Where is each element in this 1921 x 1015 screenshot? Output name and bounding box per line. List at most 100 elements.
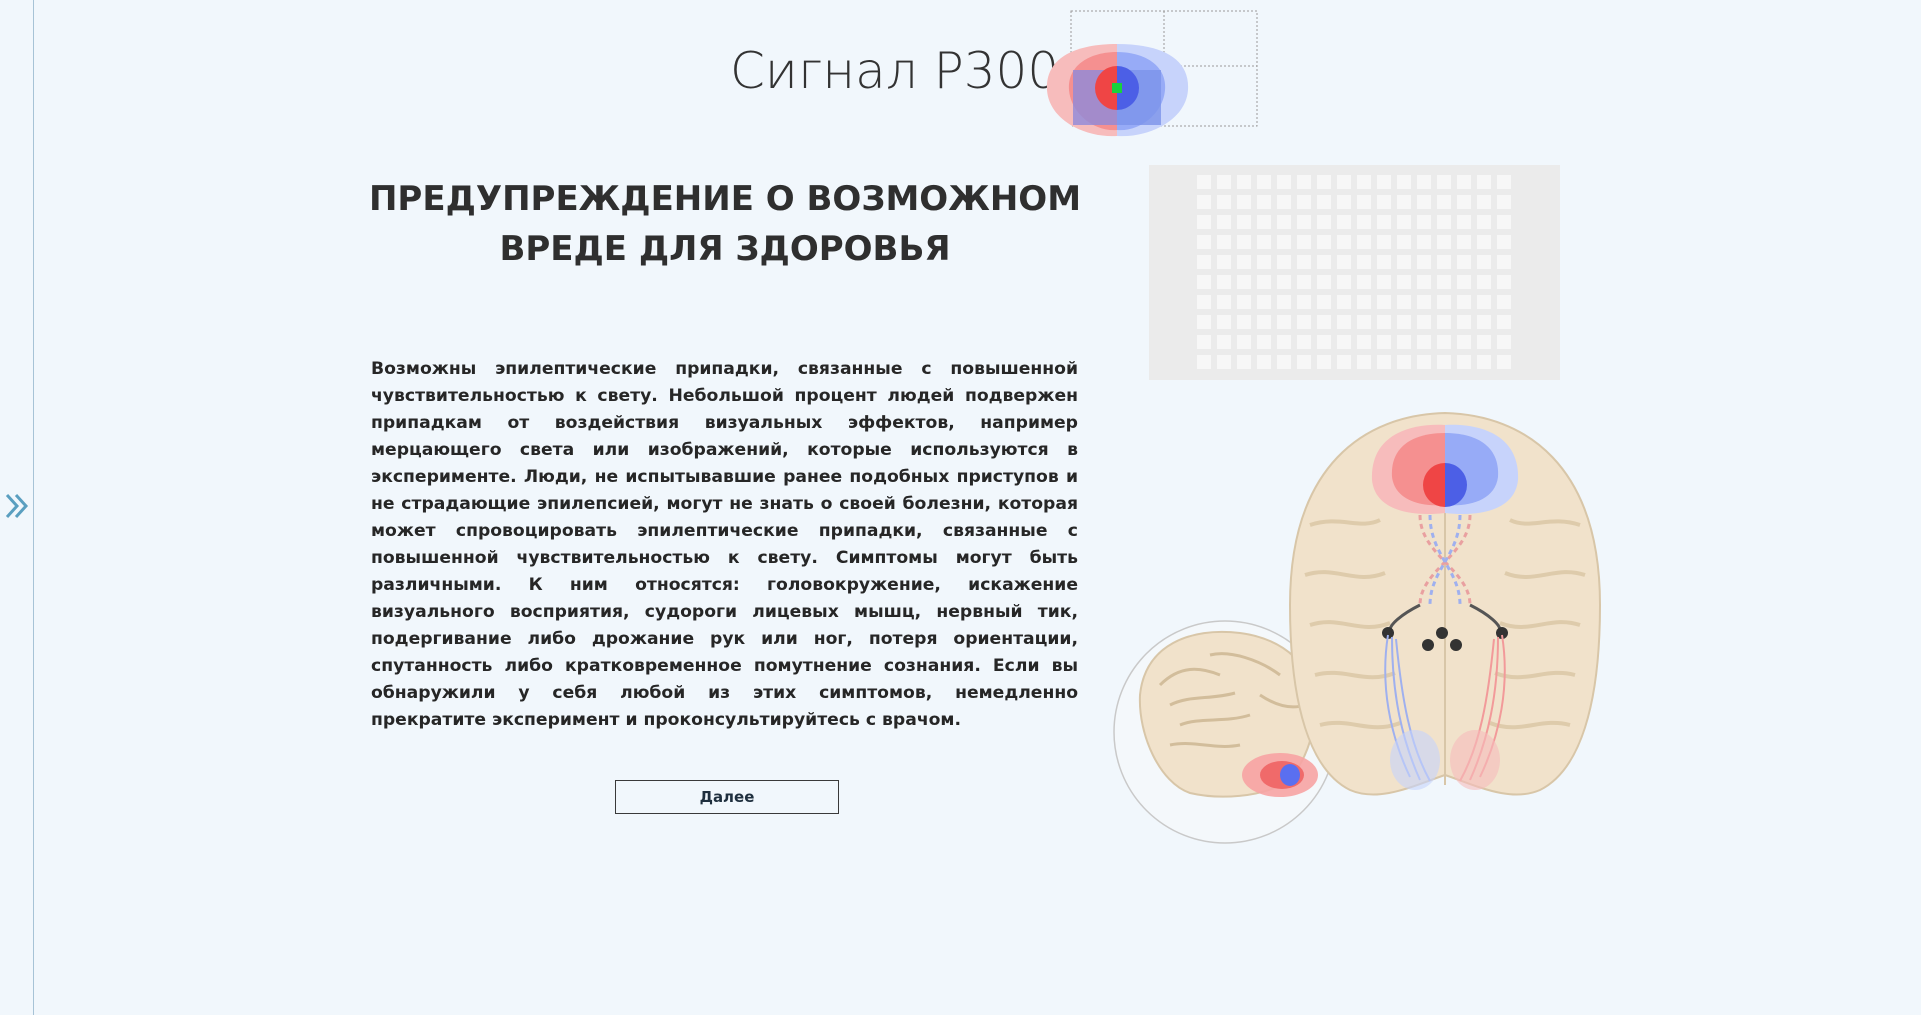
matrix-cell (1357, 295, 1371, 309)
matrix-cell (1297, 275, 1311, 289)
matrix-cell (1417, 315, 1431, 329)
matrix-cell (1337, 175, 1351, 189)
matrix-cell (1377, 355, 1391, 369)
matrix-cell (1437, 235, 1451, 249)
matrix-cell (1357, 275, 1371, 289)
matrix-cell (1257, 335, 1271, 349)
matrix-cell (1317, 195, 1331, 209)
matrix-cell (1417, 275, 1431, 289)
matrix-cell (1297, 235, 1311, 249)
matrix-cell (1217, 235, 1231, 249)
matrix-cell (1317, 235, 1331, 249)
matrix-cell (1277, 315, 1291, 329)
matrix-cell (1377, 315, 1391, 329)
matrix-cell (1477, 315, 1491, 329)
matrix-cell (1277, 195, 1291, 209)
matrix-cell (1397, 275, 1411, 289)
matrix-cell (1357, 255, 1371, 269)
matrix-cell (1277, 255, 1291, 269)
matrix-cell (1437, 215, 1451, 229)
matrix-cell (1337, 215, 1351, 229)
matrix-cell (1497, 295, 1511, 309)
matrix-cell (1237, 355, 1251, 369)
matrix-cell (1237, 315, 1251, 329)
matrix-cell (1297, 315, 1311, 329)
matrix-cell (1317, 295, 1331, 309)
matrix-cell (1217, 275, 1231, 289)
matrix-cell (1277, 235, 1291, 249)
matrix-cell (1337, 235, 1351, 249)
matrix-cell (1417, 255, 1431, 269)
sidebar-toggle-button[interactable] (0, 488, 33, 528)
matrix-cell (1257, 215, 1271, 229)
app-title: Сигнал P300 (730, 42, 1060, 100)
sidebar-strip (0, 0, 34, 1015)
matrix-cell (1197, 195, 1211, 209)
matrix-cell (1457, 195, 1471, 209)
matrix-cell (1317, 355, 1331, 369)
matrix-cell (1357, 175, 1371, 189)
matrix-cell (1437, 335, 1451, 349)
matrix-cell (1437, 175, 1451, 189)
matrix-cell (1237, 215, 1251, 229)
matrix-cell (1357, 195, 1371, 209)
matrix-cell (1437, 275, 1451, 289)
matrix-cell (1317, 315, 1331, 329)
matrix-cell (1297, 295, 1311, 309)
brain-visual-pathway-illustration-icon (1110, 405, 1610, 849)
matrix-cell (1397, 335, 1411, 349)
matrix-cell (1377, 215, 1391, 229)
matrix-cell (1277, 295, 1291, 309)
matrix-cell (1357, 355, 1371, 369)
matrix-cell (1457, 335, 1471, 349)
matrix-cell (1457, 315, 1471, 329)
matrix-cell (1197, 275, 1211, 289)
matrix-cell (1217, 175, 1231, 189)
matrix-cell (1417, 295, 1431, 309)
matrix-cell (1217, 355, 1231, 369)
stimulus-matrix-panel (1149, 165, 1560, 380)
next-button[interactable]: Далее (615, 780, 839, 814)
matrix-cell (1357, 315, 1371, 329)
matrix-cell (1397, 235, 1411, 249)
matrix-cell (1357, 235, 1371, 249)
matrix-cell (1237, 295, 1251, 309)
matrix-cell (1317, 335, 1331, 349)
matrix-cell (1197, 295, 1211, 309)
matrix-cell (1497, 315, 1511, 329)
matrix-cell (1377, 255, 1391, 269)
matrix-cell (1197, 335, 1211, 349)
matrix-cell (1277, 175, 1291, 189)
warning-heading: ПРЕДУПРЕЖДЕНИЕ О ВОЗМОЖНОМ ВРЕДЕ ДЛЯ ЗДО… (368, 179, 1082, 269)
matrix-cell (1457, 175, 1471, 189)
matrix-cell (1417, 195, 1431, 209)
matrix-cell (1257, 295, 1271, 309)
matrix-cell (1497, 275, 1511, 289)
matrix-cell (1457, 355, 1471, 369)
matrix-cell (1217, 195, 1231, 209)
matrix-cell (1457, 255, 1471, 269)
matrix-cell (1257, 275, 1271, 289)
matrix-cell (1337, 275, 1351, 289)
matrix-cell (1337, 195, 1351, 209)
matrix-cell (1457, 215, 1471, 229)
matrix-cell (1477, 335, 1491, 349)
matrix-cell (1477, 295, 1491, 309)
matrix-cell (1377, 175, 1391, 189)
matrix-cell (1497, 355, 1511, 369)
matrix-cell (1197, 175, 1211, 189)
matrix-cell (1437, 295, 1451, 309)
matrix-cell (1257, 175, 1271, 189)
matrix-cell (1377, 335, 1391, 349)
matrix-cell (1257, 315, 1271, 329)
matrix-cell (1297, 175, 1311, 189)
matrix-cell (1237, 175, 1251, 189)
matrix-cell (1237, 335, 1251, 349)
matrix-cell (1217, 335, 1231, 349)
matrix-cell (1417, 335, 1431, 349)
matrix-cell (1237, 235, 1251, 249)
matrix-cell (1437, 255, 1451, 269)
matrix-cell (1397, 355, 1411, 369)
matrix-cell (1477, 235, 1491, 249)
matrix-cell (1417, 215, 1431, 229)
